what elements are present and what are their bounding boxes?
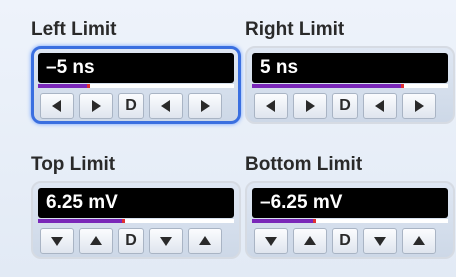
up-arrow-icon bbox=[304, 236, 316, 245]
left-limit-level-marker bbox=[86, 84, 90, 88]
bottom-limit-label: Bottom Limit bbox=[245, 154, 363, 175]
right-limit-level-bar bbox=[252, 84, 448, 88]
default-button-label: D bbox=[339, 97, 351, 114]
right-arrow-icon bbox=[415, 100, 424, 112]
left-limit-label: Left Limit bbox=[31, 19, 117, 40]
bottom-limit-coarse-decrement-button[interactable] bbox=[363, 228, 397, 254]
left-limit-coarse-decrement-button[interactable] bbox=[149, 93, 183, 119]
down-arrow-icon bbox=[374, 237, 386, 246]
bottom-limit-value[interactable]: –6.25 mV bbox=[252, 188, 448, 218]
top-limit-increment-button[interactable] bbox=[79, 228, 113, 254]
right-limit-level-fill bbox=[252, 84, 403, 88]
right-arrow-icon bbox=[201, 100, 210, 112]
top-limit-button-row: D bbox=[38, 228, 234, 254]
top-limit-group: Top Limit 6.25 mV D bbox=[31, 152, 241, 259]
left-limit-control[interactable]: –5 ns D bbox=[31, 46, 241, 124]
right-limit-default-button[interactable]: D bbox=[332, 93, 358, 119]
bottom-limit-button-row: D bbox=[252, 228, 448, 254]
left-limit-button-row: D bbox=[38, 93, 234, 119]
up-arrow-icon bbox=[199, 236, 211, 245]
top-limit-level-fill bbox=[38, 219, 125, 223]
top-limit-coarse-decrement-button[interactable] bbox=[149, 228, 183, 254]
limits-panel: Left Limit –5 ns D Right Limit 5 ns D To… bbox=[0, 0, 456, 277]
left-limit-coarse-increment-button[interactable] bbox=[188, 93, 222, 119]
right-limit-label: Right Limit bbox=[245, 19, 345, 40]
right-arrow-icon bbox=[92, 100, 101, 112]
bottom-limit-coarse-increment-button[interactable] bbox=[402, 228, 436, 254]
right-limit-value[interactable]: 5 ns bbox=[252, 53, 448, 83]
left-arrow-icon bbox=[161, 100, 170, 112]
top-limit-level-marker bbox=[122, 219, 126, 223]
left-limit-default-button[interactable]: D bbox=[118, 93, 144, 119]
right-limit-increment-button[interactable] bbox=[293, 93, 327, 119]
right-limit-level-marker bbox=[400, 84, 404, 88]
top-limit-label: Top Limit bbox=[31, 154, 116, 175]
left-limit-group: Left Limit –5 ns D bbox=[31, 17, 241, 124]
right-limit-control[interactable]: 5 ns D bbox=[245, 46, 455, 124]
left-arrow-icon bbox=[266, 100, 275, 112]
down-arrow-icon bbox=[51, 237, 63, 246]
down-arrow-icon bbox=[160, 237, 172, 246]
right-limit-coarse-increment-button[interactable] bbox=[402, 93, 436, 119]
bottom-limit-level-bar bbox=[252, 219, 448, 223]
bottom-limit-decrement-button[interactable] bbox=[254, 228, 288, 254]
default-button-label: D bbox=[125, 97, 137, 114]
right-limit-coarse-decrement-button[interactable] bbox=[363, 93, 397, 119]
bottom-limit-control[interactable]: –6.25 mV D bbox=[245, 181, 455, 259]
left-limit-increment-button[interactable] bbox=[79, 93, 113, 119]
right-arrow-icon bbox=[306, 100, 315, 112]
top-limit-coarse-increment-button[interactable] bbox=[188, 228, 222, 254]
bottom-limit-level-fill bbox=[252, 219, 315, 223]
up-arrow-icon bbox=[413, 236, 425, 245]
top-limit-level-bar bbox=[38, 219, 234, 223]
bottom-limit-increment-button[interactable] bbox=[293, 228, 327, 254]
left-limit-decrement-button[interactable] bbox=[40, 93, 74, 119]
top-limit-value[interactable]: 6.25 mV bbox=[38, 188, 234, 218]
left-limit-level-bar bbox=[38, 84, 234, 88]
up-arrow-icon bbox=[90, 236, 102, 245]
right-limit-group: Right Limit 5 ns D bbox=[245, 17, 455, 124]
top-limit-default-button[interactable]: D bbox=[118, 228, 144, 254]
bottom-limit-default-button[interactable]: D bbox=[332, 228, 358, 254]
right-limit-button-row: D bbox=[252, 93, 448, 119]
default-button-label: D bbox=[125, 232, 137, 249]
bottom-limit-level-marker bbox=[312, 219, 316, 223]
default-button-label: D bbox=[339, 232, 351, 249]
left-limit-value[interactable]: –5 ns bbox=[38, 53, 234, 83]
left-limit-level-fill bbox=[38, 84, 89, 88]
left-arrow-icon bbox=[52, 100, 61, 112]
left-arrow-icon bbox=[375, 100, 384, 112]
top-limit-decrement-button[interactable] bbox=[40, 228, 74, 254]
down-arrow-icon bbox=[265, 237, 277, 246]
top-limit-control[interactable]: 6.25 mV D bbox=[31, 181, 241, 259]
bottom-limit-group: Bottom Limit –6.25 mV D bbox=[245, 152, 455, 259]
right-limit-decrement-button[interactable] bbox=[254, 93, 288, 119]
